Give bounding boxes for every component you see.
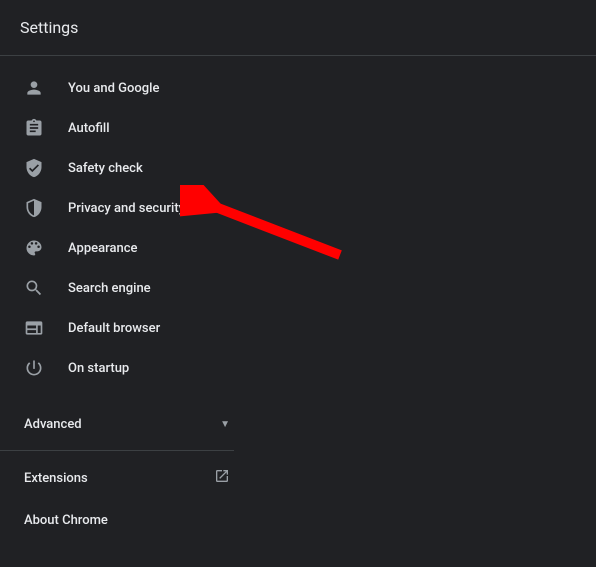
sidebar-item-advanced[interactable]: Advanced ▼ <box>0 404 250 444</box>
assignment-icon <box>24 118 44 138</box>
sidebar-item-privacy-and-security[interactable]: Privacy and security <box>0 188 250 228</box>
sidebar-item-safety-check[interactable]: Safety check <box>0 148 250 188</box>
sidebar-item-default-browser[interactable]: Default browser <box>0 308 250 348</box>
person-icon <box>24 78 44 98</box>
sidebar-item-on-startup[interactable]: On startup <box>0 348 250 388</box>
sidebar-item-appearance[interactable]: Appearance <box>0 228 250 268</box>
palette-icon <box>24 238 44 258</box>
open-in-new-icon <box>214 468 230 488</box>
sidebar-item-label: Appearance <box>68 241 137 256</box>
sidebar-divider <box>0 450 234 451</box>
security-shield-icon <box>24 198 44 218</box>
sidebar-item-about-chrome[interactable]: About Chrome <box>0 499 250 541</box>
sidebar-item-label: Autofill <box>68 121 110 136</box>
sidebar-item-search-engine[interactable]: Search engine <box>0 268 250 308</box>
sidebar-item-label: Search engine <box>68 281 151 296</box>
settings-header: Settings <box>0 0 596 56</box>
chevron-down-icon: ▼ <box>220 419 230 430</box>
page-title: Settings <box>20 18 78 37</box>
web-icon <box>24 318 44 338</box>
search-icon <box>24 278 44 298</box>
sidebar-item-label: Safety check <box>68 161 143 176</box>
about-label: About Chrome <box>24 513 108 528</box>
sidebar-item-label: On startup <box>68 361 129 376</box>
sidebar-item-extensions[interactable]: Extensions <box>0 457 250 499</box>
extensions-label: Extensions <box>24 471 88 486</box>
sidebar-item-label: Privacy and security <box>68 201 185 216</box>
sidebar-item-autofill[interactable]: Autofill <box>0 108 250 148</box>
sidebar-item-label: Default browser <box>68 321 160 336</box>
verified-shield-icon <box>24 158 44 178</box>
settings-sidebar: You and Google Autofill Safety check Pri… <box>0 56 250 541</box>
power-icon <box>24 358 44 378</box>
advanced-label: Advanced <box>24 417 82 432</box>
sidebar-item-you-and-google[interactable]: You and Google <box>0 68 250 108</box>
sidebar-item-label: You and Google <box>68 81 159 96</box>
